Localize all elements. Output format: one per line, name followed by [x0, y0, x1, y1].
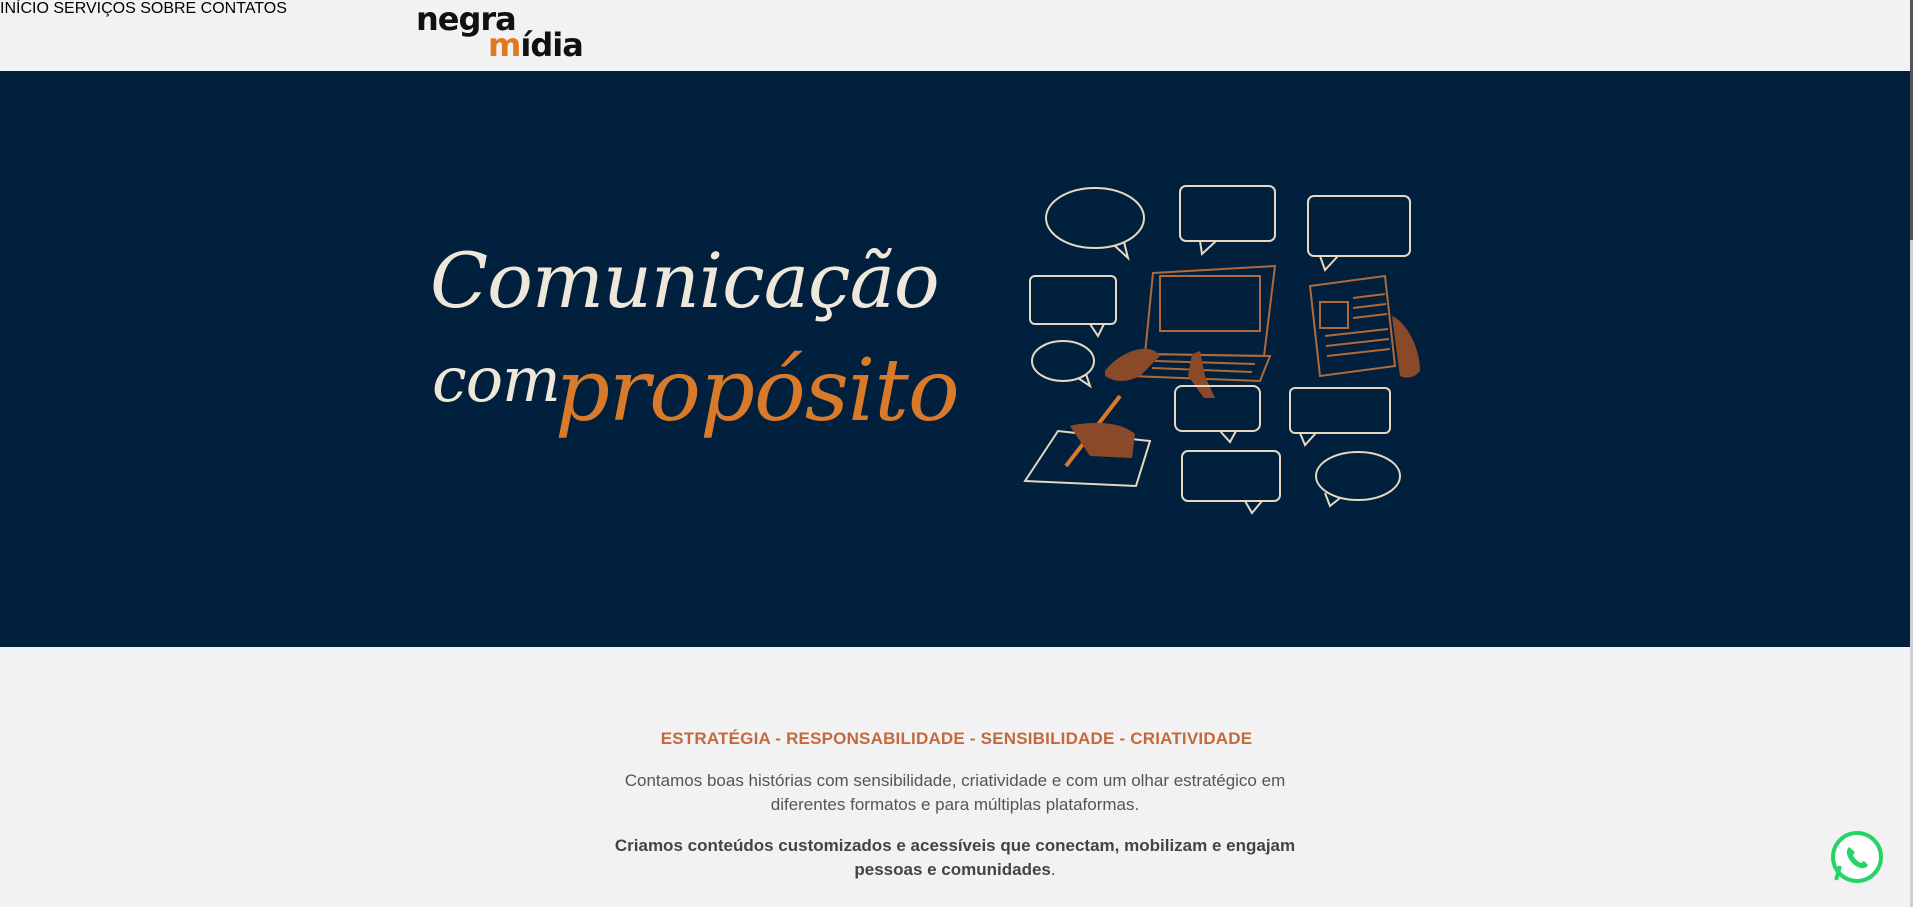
logo[interactable]: negra mídia [416, 0, 598, 64]
logo-text-midia: mídia [488, 26, 584, 64]
hero-banner: Comunicação com propósito [0, 71, 1913, 647]
newspaper-icon [1308, 274, 1397, 378]
main-nav: INÍCIO SERVIÇOS SOBRE CONTATOS [0, 0, 1913, 18]
hand-icon [1392, 316, 1420, 378]
speech-bubble-icon [1031, 340, 1095, 389]
speech-bubble-icon [1174, 385, 1261, 444]
whatsapp-icon[interactable] [1830, 830, 1884, 884]
speech-bubble-icon [1181, 450, 1281, 515]
site-header: negra mídia INÍCIO SERVIÇOS SOBRE CONTAT… [0, 0, 1913, 71]
speech-bubble-icon [1179, 185, 1276, 257]
speech-bubble-icon [1029, 275, 1117, 338]
services-paragraph-end: . [1050, 860, 1056, 879]
intro-paragraph: Contamos boas histórias com sensibilidad… [624, 771, 1286, 814]
speech-bubble-icon [1045, 187, 1145, 262]
nav-item-contatos[interactable]: CONTATOS [201, 0, 287, 17]
writing-hand-icon [1023, 394, 1152, 488]
hero-title-line1: Comunicação [430, 236, 940, 325]
speech-bubble-icon [1307, 195, 1411, 272]
logo-text-idia: ídia [520, 26, 583, 64]
logo-text-m: m [488, 26, 521, 64]
hero-title-proposito: propósito [555, 341, 960, 441]
nav-item-sobre[interactable]: SOBRE [140, 0, 196, 17]
nav-item-inicio[interactable]: INÍCIO [0, 0, 49, 17]
hands-icon [1105, 348, 1215, 398]
hero-title-com: com [432, 343, 561, 416]
speech-bubble-icon [1315, 451, 1401, 508]
services-paragraph-bold: Criamos conteúdos customizados e acessív… [614, 836, 1296, 879]
nav-item-servicos[interactable]: SERVIÇOS [53, 0, 135, 17]
speech-bubble-icon [1289, 387, 1391, 447]
services-paragraph: Criamos conteúdos customizados e acessív… [600, 834, 1310, 882]
tagline: ESTRATÉGIA - RESPONSABILIDADE - SENSIBIL… [660, 729, 1253, 748]
communication-illustration [1023, 185, 1420, 515]
